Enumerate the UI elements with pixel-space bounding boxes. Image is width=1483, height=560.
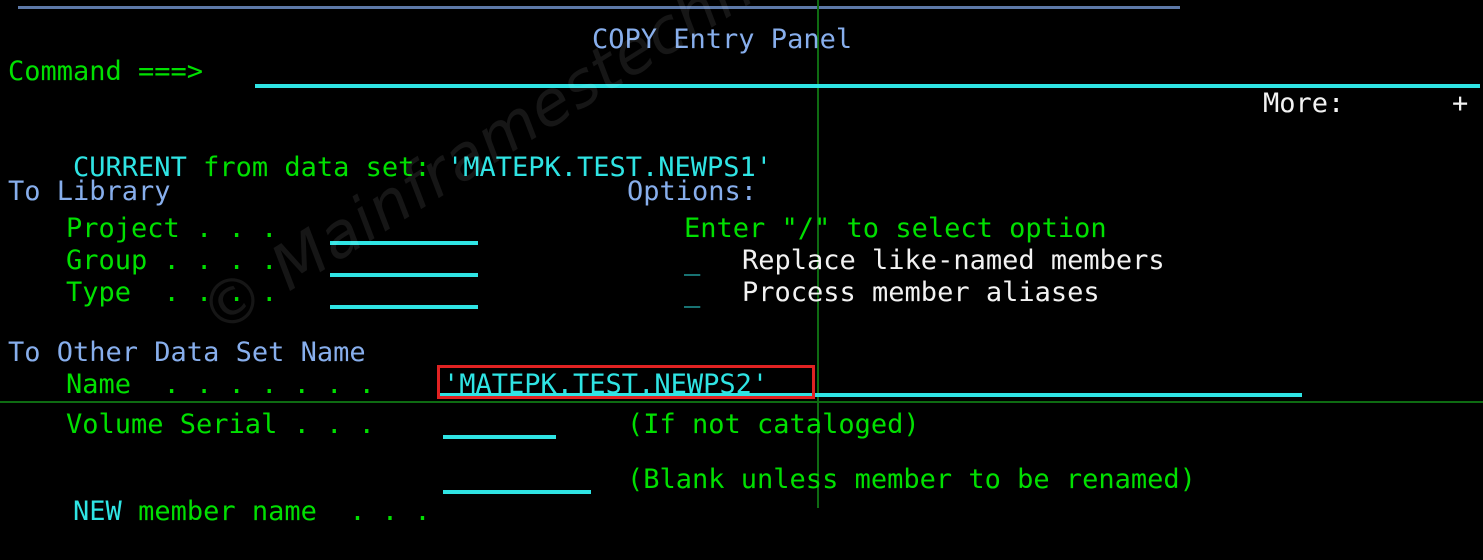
more-label: More: (1263, 88, 1345, 119)
to-library-heading: To Library (8, 176, 171, 207)
project-label: Project . . . (66, 213, 278, 244)
horizontal-guide-line (0, 401, 1483, 403)
type-label: Type . . . . (66, 277, 278, 308)
volume-serial-input-underline (443, 435, 556, 439)
new-member-line: NEW member name . . . (8, 464, 431, 560)
option-aliases-selector[interactable]: _ (684, 277, 700, 309)
group-label: Group . . . . (66, 245, 278, 276)
group-input-underline (330, 273, 478, 277)
new-member-hint: (Blank unless member to be renamed) (627, 464, 1196, 495)
more-scroll-indicator[interactable]: + (1452, 88, 1468, 120)
project-input-underline (330, 241, 478, 245)
other-name-input[interactable]: 'MATEPK.TEST.NEWPS2' (443, 369, 768, 401)
option-aliases-label: Process member aliases (742, 277, 1100, 308)
volume-serial-hint: (If not cataloged) (627, 409, 920, 440)
options-instruction: Enter "/" to select option (684, 213, 1107, 244)
page-title: COPY Entry Panel (592, 24, 853, 55)
new-member-input-underline (443, 490, 591, 494)
type-input-underline (330, 305, 478, 309)
options-heading: Options: (627, 176, 758, 207)
other-name-label: Name . . . . . . . (66, 369, 375, 400)
command-label: Command ===> (8, 56, 204, 87)
new-member-label: member name . . . (138, 496, 431, 527)
to-other-dataset-heading: To Other Data Set Name (8, 337, 366, 368)
top-separator-line (18, 6, 1180, 9)
option-replace-selector[interactable]: _ (684, 245, 700, 277)
option-replace-label: Replace like-named members (742, 245, 1165, 276)
new-member-keyword: NEW (73, 496, 122, 527)
volume-serial-label: Volume Serial . . . (66, 409, 375, 440)
terminal-screen: COPY Entry Panel Command ===> More: + CU… (0, 0, 1483, 527)
current-label: from data set: (203, 152, 431, 183)
